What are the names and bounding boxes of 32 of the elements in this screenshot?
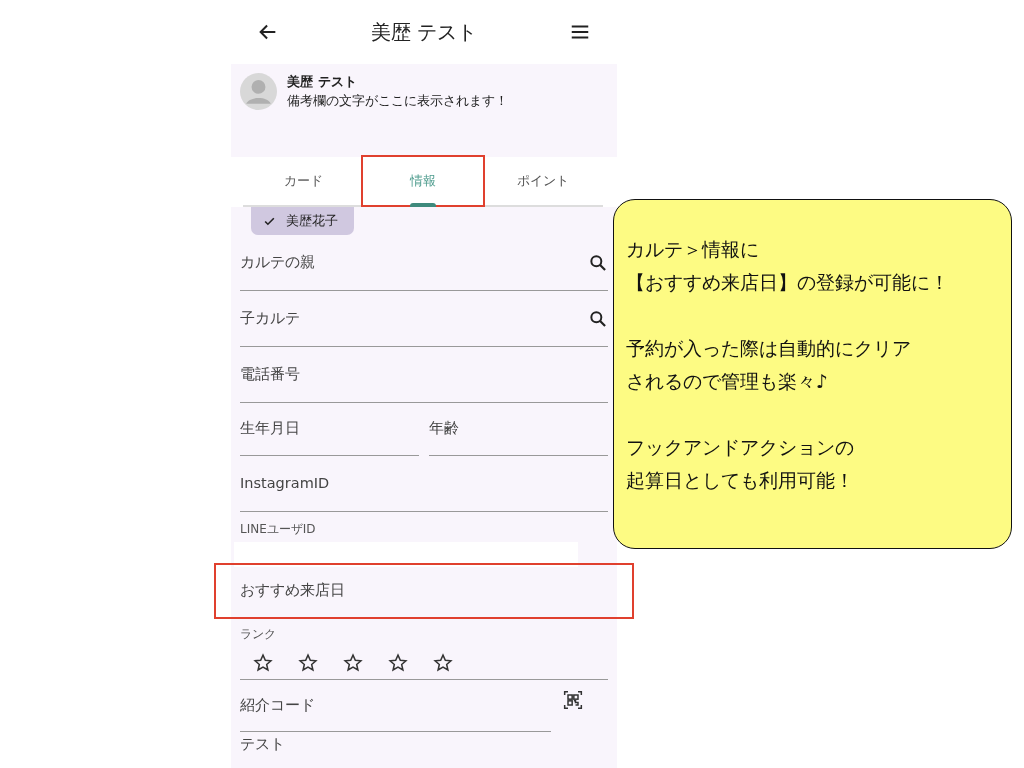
profile-name: 美歴 テスト xyxy=(287,73,358,91)
search-icon[interactable] xyxy=(588,252,608,273)
text-field[interactable]: 電話番号 xyxy=(240,347,608,403)
tab[interactable]: ポイント xyxy=(483,157,603,205)
tab[interactable]: カード xyxy=(243,157,363,205)
star-icon[interactable] xyxy=(433,653,453,673)
star-icon[interactable] xyxy=(388,653,408,673)
callout-text: 予約が入った際は自動的にクリア されるので管理も楽々♪ xyxy=(626,336,912,394)
screen-title: 美歴 テスト xyxy=(370,19,478,46)
field-label: LINEユーザID xyxy=(240,521,317,538)
callout-text: フックアンドアクションの 起算日としても利用可能！ xyxy=(626,435,855,493)
text-field[interactable]: InstagramID xyxy=(240,456,608,512)
field-label: 子カルテ xyxy=(240,308,300,328)
callout-text: カルテ＞情報に 【おすすめ来店日】の登録が可能に！ xyxy=(626,237,950,295)
qr-scan-icon[interactable] xyxy=(563,690,583,710)
search-field[interactable]: 子カルテ xyxy=(240,291,608,347)
field-label: ランク xyxy=(240,626,277,643)
profile-note: 備考欄の文字がここに表示されます！ xyxy=(287,92,508,110)
filter-chip[interactable]: 美歴花子 xyxy=(251,207,354,235)
input-field[interactable] xyxy=(234,542,578,567)
field-label: カルテの親 xyxy=(240,252,315,272)
search-field[interactable]: カルテの親 xyxy=(240,235,608,291)
date-field[interactable]: おすすめ来店日 xyxy=(216,565,632,617)
text-field[interactable]: 紹介コード xyxy=(240,680,551,732)
text-field[interactable]: テスト xyxy=(240,732,608,754)
search-icon[interactable] xyxy=(588,308,608,329)
text-field[interactable]: 年齢 xyxy=(429,403,608,456)
star-icon[interactable] xyxy=(298,653,318,673)
star-icon[interactable] xyxy=(343,653,363,673)
star-icon[interactable] xyxy=(253,653,273,673)
avatar-icon xyxy=(240,73,277,110)
date-field[interactable]: 生年月日 xyxy=(240,403,419,456)
